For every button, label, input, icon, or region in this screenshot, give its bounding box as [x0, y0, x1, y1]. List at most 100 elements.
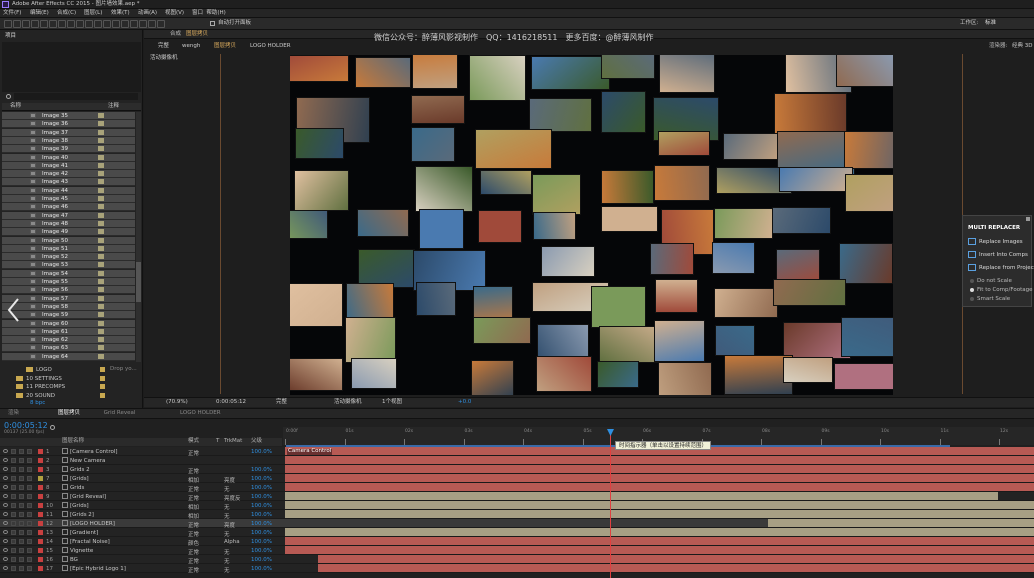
timeline-search-icon[interactable]: [50, 425, 55, 430]
tool-icon[interactable]: [103, 20, 111, 28]
lock-toggle[interactable]: [27, 557, 32, 562]
label-swatch[interactable]: [100, 375, 105, 381]
opacity-value[interactable]: 100.0%: [251, 485, 272, 491]
layer-label-color[interactable]: [38, 512, 43, 517]
lock-toggle[interactable]: [27, 467, 32, 472]
label-swatch[interactable]: [98, 204, 104, 210]
menu-item[interactable]: 合成(C): [57, 10, 76, 17]
tool-icon[interactable]: [121, 20, 129, 28]
layer-name[interactable]: [Grid Reveal]: [70, 494, 106, 500]
audio-toggle[interactable]: [11, 503, 16, 508]
layer-duration-bar[interactable]: [768, 519, 1034, 527]
audio-toggle[interactable]: [11, 449, 16, 454]
plugin-close-icon[interactable]: [1026, 217, 1030, 221]
layer-row[interactable]: 15 Vignette 正常无 100.0%: [0, 546, 1034, 556]
project-item[interactable]: Image 50: [2, 236, 135, 245]
audio-toggle[interactable]: [11, 539, 16, 544]
layer-name[interactable]: [LOGO HOLDER]: [70, 521, 115, 527]
tool-icon[interactable]: [157, 20, 165, 28]
menu-item[interactable]: 帮助(H): [206, 10, 225, 17]
label-swatch[interactable]: [100, 367, 105, 372]
lock-toggle[interactable]: [27, 521, 32, 526]
label-swatch[interactable]: [98, 237, 104, 243]
project-item[interactable]: Image 43: [2, 178, 135, 187]
layer-duration-bar[interactable]: [285, 528, 1034, 536]
layer-duration-bar[interactable]: [285, 474, 1034, 482]
layer-label-color[interactable]: [38, 521, 43, 526]
layer-duration-bar[interactable]: [285, 456, 1034, 464]
layer-name[interactable]: [Grids 2]: [70, 512, 94, 518]
timeline-timecode[interactable]: 0:00:05:12: [4, 422, 48, 430]
visibility-eye-icon[interactable]: [3, 557, 8, 561]
label-swatch[interactable]: [98, 262, 104, 268]
audio-toggle[interactable]: [11, 548, 16, 553]
project-item[interactable]: Image 46: [2, 203, 135, 212]
label-swatch[interactable]: [98, 353, 104, 359]
layer-duration-bar[interactable]: [285, 510, 1034, 518]
audio-toggle[interactable]: [11, 476, 16, 481]
project-item[interactable]: Image 61: [2, 327, 135, 336]
lock-toggle[interactable]: [27, 485, 32, 490]
project-item[interactable]: Image 40: [2, 153, 135, 162]
search-icon[interactable]: [6, 94, 11, 99]
project-item[interactable]: Image 53: [2, 261, 135, 270]
opacity-value[interactable]: 100.0%: [251, 503, 272, 509]
layer-duration-bar[interactable]: [318, 564, 1034, 572]
project-item[interactable]: Image 37: [2, 128, 135, 137]
label-swatch[interactable]: [98, 337, 104, 343]
menu-item[interactable]: 图层(L): [84, 10, 102, 17]
playhead-line[interactable]: [610, 429, 611, 578]
solo-toggle[interactable]: [19, 449, 24, 454]
layer-name[interactable]: [Fractal Noise]: [70, 539, 110, 545]
audio-toggle[interactable]: [11, 566, 16, 571]
visibility-eye-icon[interactable]: [3, 548, 8, 552]
tool-icon[interactable]: [130, 20, 138, 28]
layer-row[interactable]: 9 [Grid Reveal] 正常 亮度反 100.0%: [0, 492, 1034, 502]
project-item[interactable]: Image 47: [2, 211, 135, 220]
layer-label-color[interactable]: [38, 458, 43, 463]
lock-toggle[interactable]: [27, 539, 32, 544]
audio-toggle[interactable]: [11, 494, 16, 499]
layer-name[interactable]: [Camera Control]: [70, 449, 118, 455]
layer-row[interactable]: 16 BG 正常无 100.0%: [0, 555, 1034, 565]
tool-icon[interactable]: [40, 20, 48, 28]
col-name[interactable]: 名称: [10, 103, 21, 110]
label-swatch[interactable]: [98, 129, 104, 135]
label-swatch[interactable]: [98, 303, 104, 309]
audio-toggle[interactable]: [11, 530, 16, 535]
audio-toggle[interactable]: [11, 467, 16, 472]
layer-row[interactable]: 11 [Grids 2] 相加无 100.0%: [0, 510, 1034, 520]
trkmat-select[interactable]: Alpha: [224, 539, 240, 545]
solo-toggle[interactable]: [19, 512, 24, 517]
solo-toggle[interactable]: [19, 548, 24, 553]
folder-item[interactable]: 20 SOUND: [2, 392, 135, 400]
opacity-value[interactable]: 100.0%: [251, 512, 272, 518]
tool-icon[interactable]: [139, 20, 147, 28]
menu-item[interactable]: 视图(V): [165, 10, 184, 17]
layer-label-color[interactable]: [38, 467, 43, 472]
layer-row[interactable]: 7 [Grids] 相加 亮度 100.0%: [0, 474, 1034, 484]
col-parent[interactable]: 父级: [251, 438, 262, 445]
layer-duration-bar[interactable]: [285, 492, 998, 500]
comp-tab[interactable]: 图层拷贝: [186, 31, 208, 38]
timecode-display[interactable]: 0:00:05:12: [216, 399, 246, 406]
lock-toggle[interactable]: [27, 494, 32, 499]
menu-item[interactable]: 文件(F): [3, 10, 21, 17]
layer-name[interactable]: Vignette: [70, 548, 93, 554]
visibility-eye-icon[interactable]: [3, 566, 8, 570]
layer-duration-bar[interactable]: [285, 465, 1034, 473]
visibility-eye-icon[interactable]: [3, 485, 8, 489]
project-item[interactable]: Image 49: [2, 228, 135, 237]
project-item[interactable]: Image 64: [2, 352, 135, 361]
visibility-eye-icon[interactable]: [3, 476, 8, 480]
label-swatch[interactable]: [98, 295, 104, 301]
label-swatch[interactable]: [98, 137, 104, 143]
lock-toggle[interactable]: [27, 566, 32, 571]
plugin-action[interactable]: Replace Images: [979, 239, 1023, 246]
timeline-tab[interactable]: LOGO HOLDER: [180, 410, 221, 417]
solo-toggle[interactable]: [19, 476, 24, 481]
tool-icon[interactable]: [148, 20, 156, 28]
exposure-value[interactable]: +0.0: [458, 399, 471, 406]
project-tab[interactable]: 项目: [5, 33, 16, 40]
visibility-eye-icon[interactable]: [3, 449, 8, 453]
